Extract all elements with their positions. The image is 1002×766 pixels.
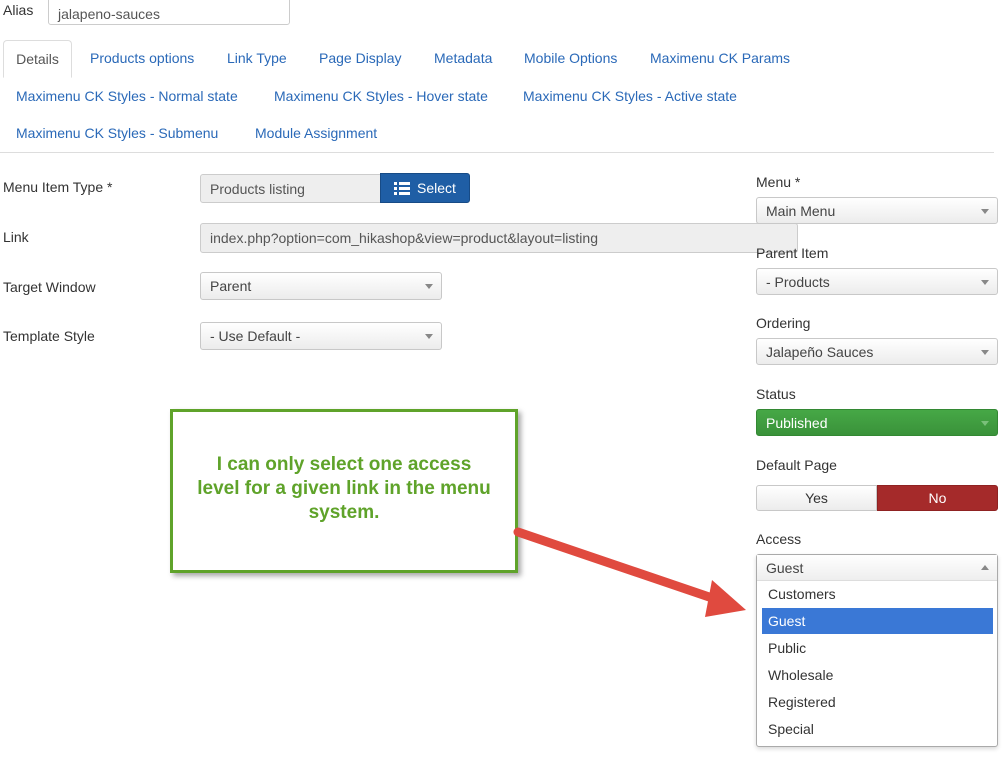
arrow-icon xyxy=(513,527,746,617)
